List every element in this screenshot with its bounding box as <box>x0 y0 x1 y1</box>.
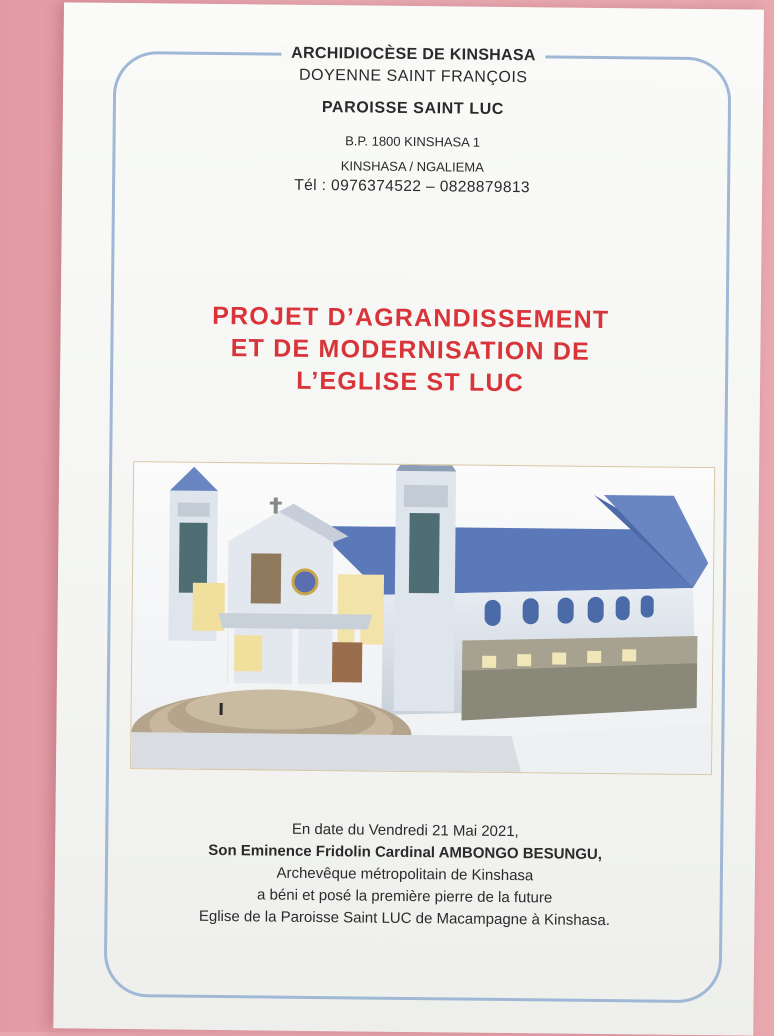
parish-header: ARCHIDIOCÈSE DE KINSHASA DOYENNE SAINT F… <box>62 42 764 199</box>
project-title: PROJET D’AGRANDISSEMENT ET DE MODERNISAT… <box>60 298 761 401</box>
blessing-caption: En date du Vendredi 21 Mai 2021, Son Emi… <box>54 816 755 933</box>
flyer-page: ARCHIDIOCÈSE DE KINSHASA DOYENNE SAINT F… <box>53 2 764 1036</box>
church-rendering-image <box>129 461 716 776</box>
postal-box: B.P. 1800 KINSHASA 1 <box>345 133 481 150</box>
location-line: KINSHASA / NGALIEMA <box>340 158 484 175</box>
parish-name: PAROISSE SAINT LUC <box>321 99 505 118</box>
deanery-name: DOYENNE SAINT FRANÇOIS <box>298 66 528 87</box>
archdiocese-name: ARCHIDIOCÈSE DE KINSHASA <box>281 44 546 66</box>
church-illustration <box>131 462 715 775</box>
